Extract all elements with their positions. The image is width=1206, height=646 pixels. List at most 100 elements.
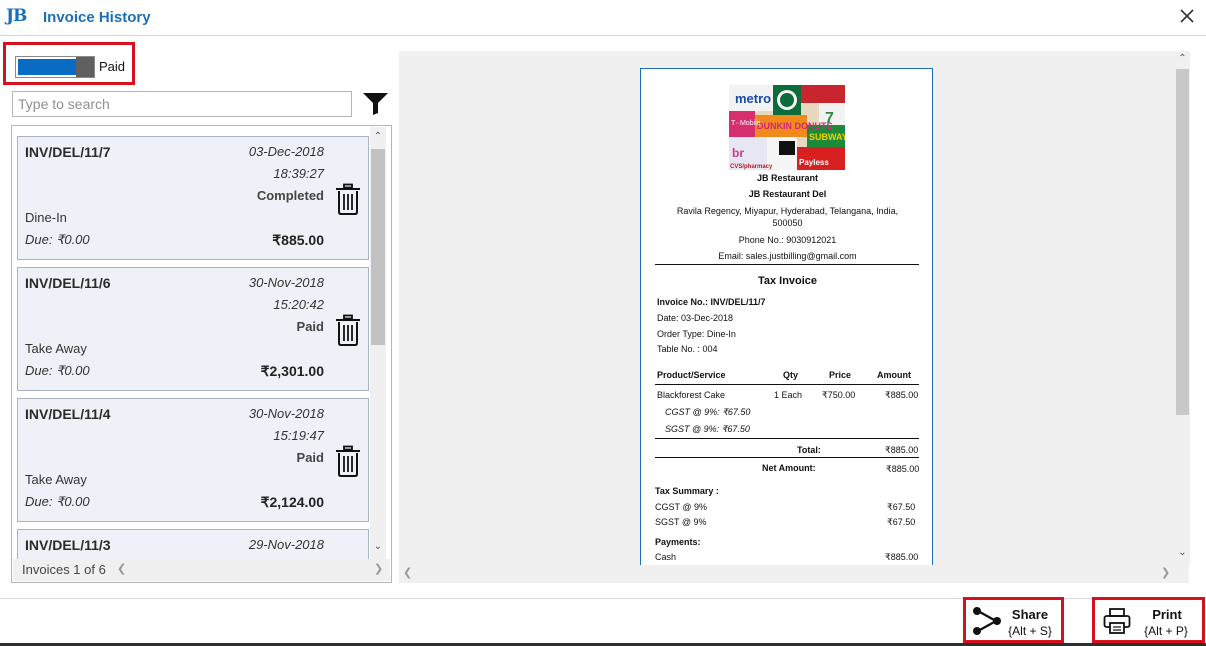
invoice-list-panel: INV/DEL/11/7 03-Dec-2018 18:39:27 Comple…: [11, 125, 392, 583]
divider: [655, 384, 919, 385]
total-value: ₹885.00: [885, 445, 919, 455]
search-input[interactable]: [12, 91, 352, 117]
scroll-left-arrow-icon[interactable]: ❮: [117, 562, 126, 575]
tax-summary-label: CGST @ 9%: [655, 502, 707, 512]
receipt-title: Tax Invoice: [757, 275, 818, 287]
scrollbar-thumb[interactable]: [371, 149, 385, 345]
tax-summary-value: ₹67.50: [887, 502, 916, 512]
scroll-down-arrow-icon[interactable]: ⌄: [1175, 547, 1190, 558]
item-price: ₹750.00: [822, 390, 856, 400]
item-tax: CGST @ 9%: ₹67.50: [665, 407, 751, 417]
share-button[interactable]: Share {Alt + S}: [963, 597, 1064, 643]
receipt-table-no: Table No. : 004: [657, 344, 718, 354]
invoice-number: INV/DEL/11/6: [25, 275, 111, 291]
print-button[interactable]: Print {Alt + P}: [1092, 597, 1205, 643]
column-header: Price: [829, 370, 852, 380]
preview-vertical-scrollbar[interactable]: ⌃ ⌄: [1175, 51, 1190, 565]
close-icon[interactable]: [1177, 6, 1197, 26]
print-button-shortcut: {Alt + P}: [1144, 624, 1188, 638]
list-footer: Invoices 1 of 6 ❮ ❯: [13, 559, 390, 581]
invoice-due: Due: ₹0.00: [25, 494, 90, 509]
svg-text:DUNKIN DONUTS: DUNKIN DONUTS: [757, 121, 833, 131]
share-button-shortcut: {Alt + S}: [1008, 624, 1052, 638]
app-logo: JB: [6, 6, 27, 26]
svg-text:T··Mobile: T··Mobile: [731, 120, 761, 127]
receipt-invoice-no: Invoice No.: INV/DEL/11/7: [657, 297, 766, 307]
trash-icon[interactable]: [335, 183, 361, 215]
invoice-status: Paid: [296, 319, 324, 334]
print-button-label: Print: [1152, 607, 1182, 622]
share-button-label: Share: [1011, 607, 1049, 622]
invoice-time: 18:39:27: [273, 166, 324, 181]
tax-summary-title: Tax Summary :: [655, 486, 719, 496]
column-header: Product/Service: [657, 370, 726, 380]
net-amount-label: Net Amount:: [762, 463, 816, 473]
scroll-left-arrow-icon[interactable]: ❮: [403, 566, 412, 579]
invoice-date: 30-Nov-2018: [248, 406, 324, 421]
invoice-amount: ₹885.00: [272, 232, 324, 248]
invoice-status: Completed: [256, 188, 324, 203]
invoice-status: Paid: [296, 450, 324, 465]
paid-toggle-group: Paid: [3, 42, 135, 85]
scrollbar-thumb[interactable]: [1176, 69, 1189, 415]
invoice-card[interactable]: INV/DEL/11/6 30-Nov-2018 15:20:42 Paid T…: [17, 267, 369, 391]
invoice-number: INV/DEL/11/7: [25, 144, 111, 160]
filter-icon[interactable]: [362, 91, 389, 116]
receipt-order-type: Order Type: Dine-In: [657, 329, 736, 339]
paid-toggle-label: Paid: [99, 59, 126, 74]
column-header: Amount: [877, 370, 911, 380]
invoice-date: 29-Nov-2018: [248, 537, 324, 552]
scroll-up-arrow-icon[interactable]: ⌃: [1175, 53, 1190, 64]
store-phone: Phone No.: 9030912021: [738, 235, 837, 245]
item-name: Blackforest Cake: [657, 390, 726, 400]
toggle-thumb[interactable]: [76, 57, 94, 77]
invoice-date: 03-Dec-2018: [248, 144, 324, 159]
svg-text:7: 7: [825, 110, 834, 127]
tax-summary-label: SGST @ 9%: [655, 517, 707, 527]
invoice-card[interactable]: INV/DEL/11/4 30-Nov-2018 15:19:47 Paid T…: [17, 398, 369, 522]
scroll-down-arrow-icon[interactable]: ⌄: [370, 541, 386, 552]
svg-text:SUBWAY: SUBWAY: [809, 132, 845, 142]
receipt-date: Date: 03-Dec-2018: [657, 313, 734, 323]
svg-text:br: br: [732, 146, 744, 160]
net-amount-value: ₹885.00: [886, 464, 920, 474]
invoice-order-type: Take Away: [25, 472, 87, 487]
scroll-up-arrow-icon[interactable]: ⌃: [370, 131, 386, 142]
preview-horizontal-scrollbar[interactable]: ❮ ❯: [399, 565, 1175, 583]
invoice-amount: ₹2,124.00: [260, 494, 324, 510]
trash-icon[interactable]: [335, 445, 361, 477]
invoice-order-type: Dine-In: [25, 210, 67, 225]
divider: [655, 438, 919, 439]
branch-name: JB Restaurant Del: [748, 189, 827, 199]
invoice-number: INV/DEL/11/4: [25, 406, 111, 422]
toggle-track: [18, 59, 76, 75]
invoice-card[interactable]: INV/DEL/11/7 03-Dec-2018 18:39:27 Comple…: [17, 136, 369, 260]
brand-collage-logo: metro DUNKIN DONUTS SUBWAY T··Mobile br …: [729, 85, 845, 170]
invoice-date: 30-Nov-2018: [248, 275, 324, 290]
invoice-order-type: Take Away: [25, 341, 87, 356]
invoice-card[interactable]: INV/DEL/11/3 29-Nov-2018: [17, 529, 369, 559]
share-icon: [973, 607, 1001, 635]
svg-text:Payless: Payless: [799, 158, 829, 167]
window-title: Invoice History: [43, 9, 151, 26]
svg-text:metro: metro: [735, 91, 771, 106]
paid-toggle-switch[interactable]: [15, 56, 95, 78]
payment-value: ₹885.00: [885, 552, 919, 562]
payment-method: Cash: [655, 552, 677, 562]
payments-title: Payments:: [655, 537, 701, 547]
scroll-right-arrow-icon[interactable]: ❯: [1161, 566, 1170, 579]
divider: [655, 264, 919, 265]
trash-icon[interactable]: [335, 314, 361, 346]
invoice-list: INV/DEL/11/7 03-Dec-2018 18:39:27 Comple…: [13, 127, 369, 559]
list-vertical-scrollbar[interactable]: ⌃ ⌄: [370, 127, 386, 559]
total-label: Total:: [797, 445, 821, 455]
title-bar: JB Invoice History: [0, 0, 1206, 36]
printer-icon: [1103, 608, 1131, 634]
column-header: Qty: [783, 370, 799, 380]
store-name: JB Restaurant: [756, 173, 819, 183]
invoice-count: Invoices 1 of 6: [22, 562, 106, 577]
store-email: Email: sales.justbilling@gmail.com: [718, 251, 857, 261]
scroll-right-arrow-icon[interactable]: ❯: [374, 562, 383, 575]
invoice-number: INV/DEL/11/3: [25, 537, 111, 553]
invoice-due: Due: ₹0.00: [25, 363, 90, 378]
